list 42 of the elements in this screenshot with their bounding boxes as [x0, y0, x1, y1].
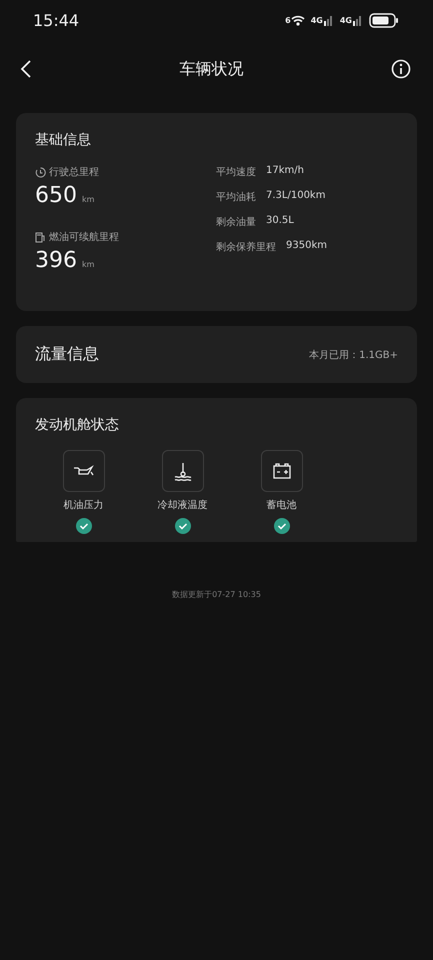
- info-button[interactable]: [391, 59, 411, 79]
- back-button[interactable]: [20, 59, 32, 79]
- status-icon-tile[interactable]: [260, 450, 302, 492]
- status-label: 机油压力: [64, 498, 104, 512]
- card-title: 发动机舱状态: [35, 417, 119, 433]
- status-icon-tile[interactable]: [162, 450, 204, 492]
- data-usage-card[interactable]: 流量信息 本月已用：1.1GB+: [16, 326, 417, 383]
- detail-value: 9350km: [286, 240, 327, 253]
- detail-label: 平均速度: [216, 166, 256, 180]
- wifi-standard-label: 6: [285, 16, 291, 24]
- status-label: 蓄电池: [266, 498, 296, 512]
- fuel-pump-icon: [35, 232, 46, 242]
- update-time: 数据更新于07-27 10:35: [172, 589, 261, 600]
- network-type: 4G: [310, 16, 323, 24]
- stat-label: 行驶总里程: [49, 166, 99, 179]
- stat-unit: km: [82, 195, 94, 204]
- car-battery-icon: [272, 463, 292, 479]
- usage-summary: 本月已用：1.1GB+: [309, 348, 398, 362]
- thermometer-icon: [172, 461, 192, 481]
- stat-label: 燃油可续航里程: [49, 230, 119, 244]
- card-title: 流量信息: [35, 344, 99, 365]
- status-icon-tile[interactable]: [62, 450, 104, 492]
- oil-can-icon: [72, 465, 94, 477]
- stat-unit: km: [82, 260, 94, 269]
- status-label: 冷却液温度: [158, 498, 208, 512]
- card-title: 基础信息: [35, 132, 91, 148]
- signal-icon: [353, 14, 363, 26]
- wifi-icon: [290, 14, 305, 26]
- page-title: 车辆状况: [180, 58, 244, 80]
- detail-value: 30.5L: [266, 215, 294, 228]
- stat-value: 396: [35, 248, 77, 273]
- battery-icon: [369, 12, 399, 28]
- status-time: 15:44: [33, 10, 80, 30]
- detail-value: 7.3L/100km: [266, 190, 326, 203]
- detail-label: 剩余油量: [216, 216, 256, 230]
- detail-label: 平均油耗: [216, 190, 256, 205]
- signal-icon: [324, 14, 334, 26]
- stat-value: 650: [35, 183, 77, 208]
- timer-icon: [35, 166, 46, 178]
- detail-label: 剩余保养里程: [216, 240, 276, 255]
- network-type: 4G: [340, 16, 352, 24]
- detail-value: 17km/h: [266, 165, 304, 178]
